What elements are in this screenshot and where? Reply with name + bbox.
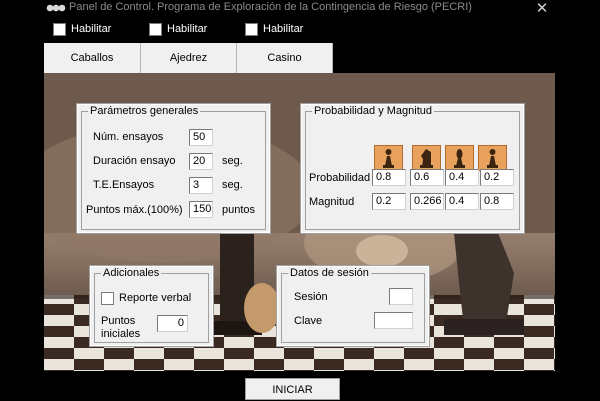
num-ensayos-label: Núm. ensayos — [93, 131, 164, 143]
magnitud-input-2[interactable]: 0.266 — [410, 193, 444, 210]
chess-bishop-icon — [445, 145, 474, 171]
window-title: Panel de Control. Programa de Exploració… — [69, 1, 472, 13]
probabilidad-input-1[interactable]: 0.8 — [372, 169, 406, 186]
reporte-verbal-checkbox[interactable] — [101, 292, 114, 305]
te-ensayos-input[interactable]: 3 — [189, 177, 213, 194]
reporte-verbal-label: Reporte verbal — [119, 292, 192, 304]
puntos-max-unit: puntos — [222, 204, 256, 216]
adicionales-title: Adicionales — [103, 267, 160, 279]
sesion-input[interactable] — [389, 288, 413, 305]
puntos-iniciales-label-2: iniciales — [101, 328, 141, 340]
habilitar-label: Habilitar — [167, 23, 208, 35]
sesion-label: Sesión — [294, 291, 328, 303]
parametros-generales-panel: Parámetros generales Núm. ensayos 50 Dur… — [77, 104, 270, 233]
habilitar-label: Habilitar — [263, 23, 304, 35]
magnitud-input-1[interactable]: 0.2 — [372, 193, 406, 210]
title-bar: Panel de Control. Programa de Exploració… — [0, 0, 600, 17]
probabilidad-input-4[interactable]: 0.2 — [480, 169, 514, 186]
probabilidad-input-2[interactable]: 0.6 — [410, 169, 444, 186]
te-ensayos-unit: seg. — [222, 179, 243, 191]
magnitud-label: Magnitud — [309, 196, 355, 208]
clave-label: Clave — [294, 315, 323, 327]
datos-sesion-title: Datos de sesión — [290, 267, 369, 279]
puntos-max-label: Puntos máx.(100%) — [86, 204, 183, 216]
probabilidad-title: Probabilidad y Magnitud — [314, 105, 433, 117]
num-ensayos-input[interactable]: 50 — [189, 129, 213, 146]
checkbox-box[interactable] — [245, 23, 258, 36]
adicionales-panel: Adicionales Reporte verbal Puntos inicia… — [90, 266, 213, 346]
duracion-input[interactable]: 20 — [189, 153, 213, 170]
app-logo-icon — [46, 4, 66, 12]
magnitud-input-3[interactable]: 0.4 — [445, 193, 479, 210]
checkbox-box[interactable] — [149, 23, 162, 36]
probabilidad-input-3[interactable]: 0.4 — [445, 169, 479, 186]
duracion-label: Duración ensayo — [93, 155, 176, 167]
clave-input[interactable] — [374, 312, 413, 329]
datos-sesion-groupbox: Datos de sesión — [281, 267, 425, 343]
te-ensayos-label: T.E.Ensayos — [93, 179, 155, 191]
probabilidad-label: Probabilidad — [309, 172, 371, 184]
tab-ajedrez[interactable]: Ajedrez — [141, 43, 237, 73]
chess-pawn-icon — [478, 145, 507, 171]
duracion-unit: seg. — [222, 155, 243, 167]
chess-pawn-icon — [374, 145, 403, 171]
puntos-iniciales-label-1: Puntos — [101, 315, 136, 327]
tab-caballos[interactable]: Caballos — [44, 43, 141, 73]
close-icon[interactable]: ✕ — [532, 0, 552, 17]
chess-knight-icon — [412, 145, 441, 171]
habilitar-label: Habilitar — [71, 23, 112, 35]
puntos-iniciales-input[interactable]: 0 — [157, 315, 188, 332]
parametros-title: Parámetros generales — [90, 105, 199, 117]
checkbox-box[interactable] — [53, 23, 66, 36]
iniciar-button[interactable]: INICIAR — [245, 378, 340, 400]
probabilidad-magnitud-panel: Probabilidad y Magnitud Probabilidad 0.8… — [301, 104, 524, 233]
tab-casino[interactable]: Casino — [237, 43, 333, 73]
puntos-max-input[interactable]: 150 — [189, 201, 213, 218]
datos-sesion-panel: Datos de sesión Sesión Clave — [277, 266, 429, 346]
magnitud-input-4[interactable]: 0.8 — [480, 193, 514, 210]
